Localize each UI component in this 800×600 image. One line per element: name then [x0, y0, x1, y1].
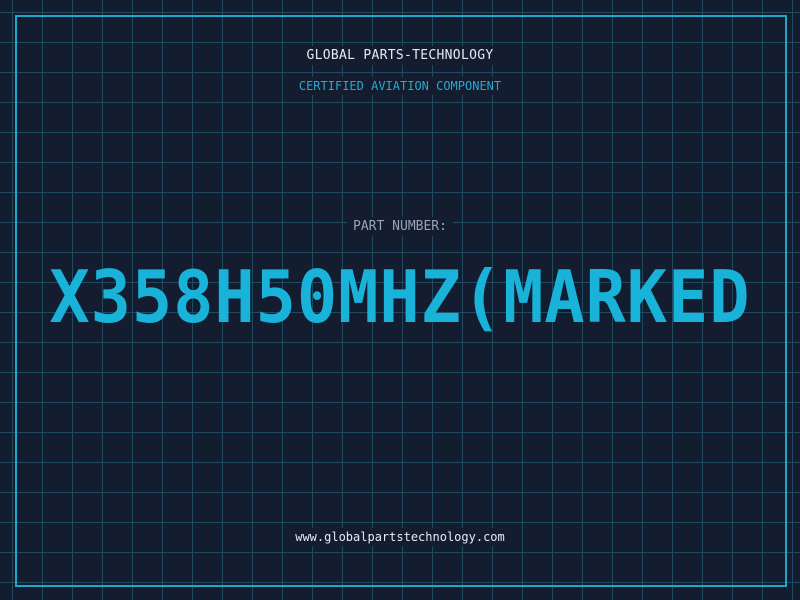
part-number-value: X358H50MHZ(MARKED: [0, 250, 800, 345]
part-number-label-text: PART NUMBER:: [347, 217, 453, 236]
part-number-label: PART NUMBER:: [0, 217, 800, 236]
website-link[interactable]: www.globalpartstechnology.com: [0, 528, 800, 546]
certification-tagline-text: CERTIFIED AVIATION COMPONENT: [292, 77, 508, 95]
website-link-text[interactable]: www.globalpartstechnology.com: [289, 528, 511, 546]
company-name: GLOBAL PARTS-TECHNOLOGY: [0, 46, 800, 65]
company-name-text: GLOBAL PARTS-TECHNOLOGY: [300, 46, 500, 65]
part-number-value-text: X358H50MHZ(MARKED: [49, 255, 751, 339]
certification-tagline: CERTIFIED AVIATION COMPONENT: [0, 77, 800, 95]
